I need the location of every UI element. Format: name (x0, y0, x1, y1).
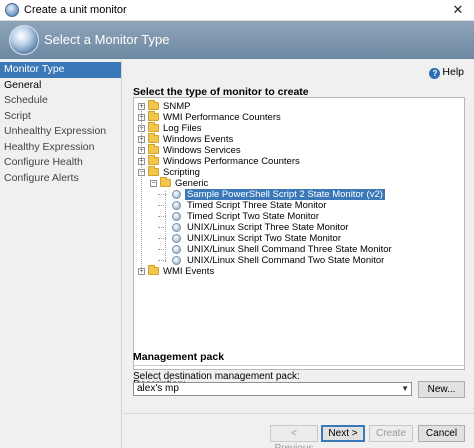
tree-monitor-node[interactable]: Sample PowerShell Script 2 State Monitor… (134, 189, 464, 200)
management-pack-select-label: Select destination management pack: (133, 371, 300, 382)
main-content: ? Help Select the type of monitor to crea… (123, 59, 474, 448)
wizard-steps-sidebar: Monitor Type General Schedule Script Unh… (0, 59, 122, 448)
tree-connector (165, 191, 166, 262)
step-configure-health[interactable]: Configure Health (0, 155, 121, 171)
cancel-button[interactable]: Cancel (418, 425, 465, 442)
monitor-icon (172, 212, 181, 221)
tree-node-label: WMI Performance Counters (163, 112, 281, 123)
help-label: Help (442, 66, 464, 78)
page-title: Select a Monitor Type (44, 32, 170, 47)
title-bar: Create a unit monitor ✕ (0, 0, 474, 21)
window-title: Create a unit monitor (24, 4, 127, 16)
tree-connector (141, 107, 142, 272)
tree-node-label: UNIX/Linux Script Three State Monitor (187, 222, 349, 233)
help-icon: ? (429, 68, 441, 79)
folder-icon (148, 144, 159, 154)
folder-icon (148, 166, 159, 176)
step-configure-alerts[interactable]: Configure Alerts (0, 171, 121, 187)
management-pack-divider (133, 365, 465, 366)
folder-icon (148, 111, 159, 121)
tree-folder-node[interactable]: − Generic (134, 177, 464, 189)
monitor-type-tree[interactable]: + SNMP + WMI Performance Counters + Log Files… (133, 97, 465, 370)
folder-icon (148, 100, 159, 110)
footer-divider (123, 413, 474, 414)
tree-monitor-node[interactable]: Timed Script Two State Monitor (134, 211, 464, 222)
tree-node-label: UNIX/Linux Script Two State Monitor (187, 233, 341, 244)
tree-node-label: Windows Performance Counters (163, 156, 300, 167)
help-link[interactable]: ? Help (429, 66, 464, 79)
new-management-pack-button[interactable]: New... (418, 381, 465, 398)
tree-monitor-node[interactable]: UNIX/Linux Script Two State Monitor (134, 233, 464, 244)
step-schedule[interactable]: Schedule (0, 93, 121, 109)
tree-folder-node[interactable]: + WMI Performance Counters (134, 111, 464, 123)
management-pack-dropdown[interactable]: alex's mp ▼ (133, 382, 412, 396)
next-button[interactable]: Next > (321, 425, 365, 442)
step-general[interactable]: General (0, 78, 121, 94)
close-icon[interactable]: ✕ (442, 0, 474, 20)
tree-folder-node[interactable]: + Windows Events (134, 133, 464, 145)
tree-folder-node[interactable]: + Log Files (134, 122, 464, 134)
step-script[interactable]: Script (0, 109, 121, 125)
folder-icon (160, 177, 171, 187)
tree-node-label: Timed Script Three State Monitor (187, 200, 327, 211)
monitor-wizard-icon (9, 25, 39, 55)
folder-icon (148, 155, 159, 165)
previous-button[interactable]: < Previous (270, 425, 318, 448)
tree-node-label: UNIX/Linux Shell Command Two State Monit… (187, 255, 385, 266)
management-pack-value: alex's mp (137, 383, 179, 394)
tree-folder-node[interactable]: + WMI Events (134, 265, 464, 277)
monitor-icon (172, 190, 181, 199)
app-icon (5, 3, 19, 17)
tree-node-label: Scripting (163, 167, 200, 178)
tree-node-label: SNMP (163, 101, 191, 112)
tree-node-label: UNIX/Linux Shell Command Three State Mon… (187, 244, 392, 255)
tree-node-label: Log Files (163, 123, 202, 134)
tree-monitor-node[interactable]: UNIX/Linux Shell Command Two State Monit… (134, 255, 464, 266)
tree-monitor-node[interactable]: UNIX/Linux Script Three State Monitor (134, 222, 464, 233)
management-pack-heading: Management pack (133, 351, 225, 363)
monitor-icon (172, 201, 181, 210)
step-monitor-type[interactable]: Monitor Type (0, 62, 121, 78)
tree-node-label: WMI Events (163, 266, 215, 277)
tree-node-label: Sample PowerShell Script 2 State Monitor… (185, 189, 385, 200)
folder-icon (148, 133, 159, 143)
tree-folder-node[interactable]: − Scripting (134, 166, 464, 178)
tree-node-label: Windows Services (163, 145, 241, 156)
monitor-icon (172, 234, 181, 243)
tree-folder-node[interactable]: + SNMP (134, 100, 464, 112)
tree-node-label: Windows Events (163, 134, 234, 145)
wizard-header: Select a Monitor Type (0, 21, 474, 59)
chevron-down-icon: ▼ (401, 384, 409, 393)
tree-folder-node[interactable]: + Windows Services (134, 144, 464, 156)
monitor-icon (172, 223, 181, 232)
step-unhealthy-expression[interactable]: Unhealthy Expression (0, 124, 121, 140)
create-button[interactable]: Create (369, 425, 413, 442)
tree-monitor-node[interactable]: UNIX/Linux Shell Command Three State Mon… (134, 244, 464, 255)
collapse-icon[interactable]: − (150, 180, 157, 187)
tree-node-label: Timed Script Two State Monitor (187, 211, 319, 222)
folder-icon (148, 122, 159, 132)
monitor-icon (172, 256, 181, 265)
folder-icon (148, 265, 159, 275)
step-healthy-expression[interactable]: Healthy Expression (0, 140, 121, 156)
tree-monitor-node[interactable]: Timed Script Three State Monitor (134, 200, 464, 211)
tree-node-label: Generic (175, 178, 209, 189)
tree-folder-node[interactable]: + Windows Performance Counters (134, 155, 464, 167)
monitor-icon (172, 245, 181, 254)
